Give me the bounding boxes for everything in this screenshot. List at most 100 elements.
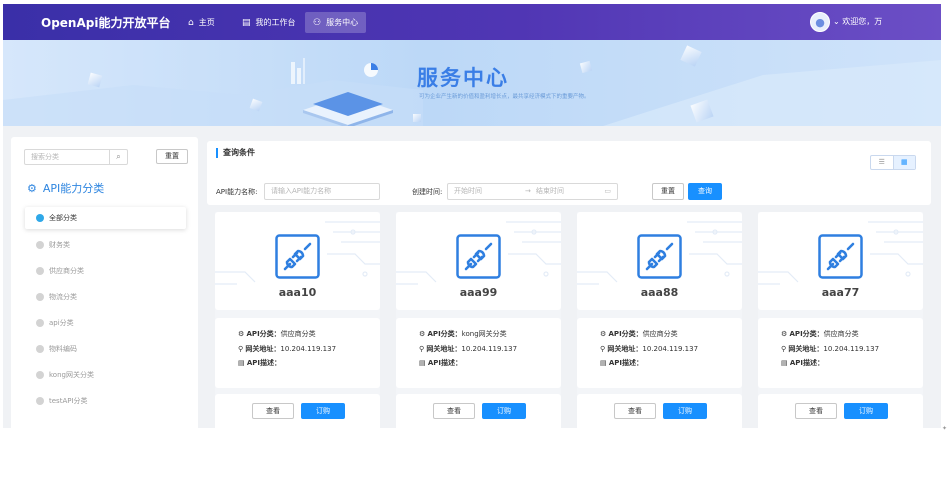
gear-icon: ⚙ (419, 330, 426, 338)
user-menu[interactable]: ⌄ 欢迎您，万 (833, 16, 882, 27)
calendar-icon: ▭ (604, 187, 611, 195)
plug-connect-icon (275, 234, 320, 279)
document-icon: ▤ (600, 359, 607, 367)
banner-subtitle: 可为企业产生新的价值和盈利增长点，最共享经济模式下的重要产物。 (419, 94, 590, 100)
home-icon: ⌂ (188, 17, 194, 28)
document-icon: ▤ (419, 359, 426, 367)
card-gateway: ⚲ 网关地址：10.204.119.137 (419, 345, 518, 353)
card-title: aaa10 (278, 286, 317, 299)
card-header: aaa88 (577, 212, 742, 310)
nav-workbench[interactable]: ▤ 我的工作台 (234, 12, 304, 33)
card-category: ⚙ API分类：供应商分类 (238, 330, 316, 338)
card-info: ⚙ API分类：供应商分类 ⚲ 网关地址：10.204.119.137 ▤ AP… (215, 318, 380, 388)
category-item[interactable]: kong网关分类 (25, 364, 186, 386)
gear-icon: ⚙ (27, 182, 37, 195)
user-icon: ● (815, 15, 825, 29)
card-gateway: ⚲ 网关地址：10.204.119.137 (781, 345, 880, 353)
date-range-picker[interactable]: 开始时间 → 结束时间 ▭ (447, 183, 618, 200)
category-item[interactable]: 物流分类 (25, 286, 186, 308)
category-item[interactable]: 物料编码 (25, 338, 186, 360)
grid-view-icon[interactable]: ▦ (892, 156, 915, 169)
category-item-all[interactable]: 全部分类 (25, 207, 186, 229)
gear-icon: ⚙ (781, 330, 788, 338)
app-logo: OpenApi能力开放平台 (41, 16, 171, 30)
document-icon: ▤ (781, 359, 788, 367)
card-actions: 查看 订购 (758, 394, 923, 428)
document-icon: ▤ (238, 359, 245, 367)
category-item[interactable]: 供应商分类 (25, 260, 186, 282)
api-card: aaa99 ⚙ API分类：kong网关分类 ⚲ 网关地址：10.204.119… (396, 212, 561, 428)
card-description: ▤ API描述： (781, 359, 825, 367)
location-pin-icon: ⚲ (419, 345, 425, 353)
card-description: ▤ API描述： (419, 359, 463, 367)
dot-icon (36, 267, 44, 275)
category-item[interactable]: 财务类 (25, 234, 186, 256)
card-category: ⚙ API分类：供应商分类 (600, 330, 678, 338)
dot-icon (36, 214, 44, 222)
location-pin-icon: ⚲ (781, 345, 787, 353)
card-actions: 查看 订购 (577, 394, 742, 428)
category-search-input[interactable]: 搜索分类 ⌕ (24, 149, 128, 165)
card-header: aaa10 (215, 212, 380, 310)
card-header: aaa99 (396, 212, 561, 310)
dot-icon (36, 345, 44, 353)
category-title: ⚙ API能力分类 (27, 182, 105, 195)
query-panel: 查询条件 ☰ ▦ API能力名称: 请输入API能力名称 创建时间: 开始时间 … (207, 141, 931, 205)
category-item[interactable]: api分类 (25, 312, 186, 334)
category-sidebar: 搜索分类 ⌕ 重置 ⚙ API能力分类 全部分类 财务类 供应商分类 物流分类 a… (11, 137, 198, 428)
page-banner: 服务中心 可为企业产生新的价值和盈利增长点，最共享经济模式下的重要产物。 (3, 40, 941, 126)
dot-icon (36, 319, 44, 327)
query-reset-button[interactable]: 重置 (652, 183, 684, 200)
user-avatar[interactable]: ● (810, 12, 830, 32)
view-button[interactable]: 查看 (614, 403, 656, 419)
card-info: ⚙ API分类：供应商分类 ⚲ 网关地址：10.204.119.137 ▤ AP… (758, 318, 923, 388)
dot-icon (36, 397, 44, 405)
subscribe-button[interactable]: 订购 (301, 403, 345, 419)
plug-connect-icon (456, 234, 501, 279)
card-title: aaa99 (459, 286, 498, 299)
chevron-down-icon: ⌄ (833, 17, 840, 26)
query-search-button[interactable]: 查询 (688, 183, 722, 200)
card-header: aaa77 (758, 212, 923, 310)
dot-icon (36, 371, 44, 379)
category-reset-button[interactable]: 重置 (156, 149, 188, 164)
banner-title: 服务中心 (417, 66, 509, 90)
location-pin-icon: ⚲ (600, 345, 606, 353)
api-card: aaa77 ⚙ API分类：供应商分类 ⚲ 网关地址：10.204.119.13… (758, 212, 923, 428)
plug-connect-icon (818, 234, 863, 279)
card-info: ⚙ API分类：供应商分类 ⚲ 网关地址：10.204.119.137 ▤ AP… (577, 318, 742, 388)
query-title: 查询条件 (216, 148, 255, 158)
view-button[interactable]: 查看 (433, 403, 475, 419)
nav-home[interactable]: ⌂ 主页 (180, 12, 223, 33)
view-button[interactable]: 查看 (795, 403, 837, 419)
card-category: ⚙ API分类：供应商分类 (781, 330, 859, 338)
view-button[interactable]: 查看 (252, 403, 294, 419)
nav-service-center[interactable]: ⚇ 服务中心 (305, 12, 367, 33)
subscribe-button[interactable]: 订购 (482, 403, 526, 419)
plug-connect-icon (637, 234, 682, 279)
api-name-label: API能力名称: (216, 188, 258, 196)
card-category: ⚙ API分类：kong网关分类 (419, 330, 507, 338)
dot-icon (36, 241, 44, 249)
card-gateway: ⚲ 网关地址：10.204.119.137 (600, 345, 699, 353)
view-toggle[interactable]: ☰ ▦ (870, 155, 916, 170)
api-name-input[interactable]: 请输入API能力名称 (264, 183, 380, 200)
search-icon[interactable]: ⌕ (109, 150, 127, 164)
api-card: aaa10 ⚙ API分类：供应商分类 ⚲ 网关地址：10.204.119.13… (215, 212, 380, 428)
top-navbar: OpenApi能力开放平台 ⌂ 主页 ▤ 我的工作台 ⚇ 服务中心 ● ⌄ 欢迎… (3, 4, 941, 40)
card-description: ▤ API描述： (600, 359, 644, 367)
card-title: aaa77 (821, 286, 860, 299)
api-card: aaa88 ⚙ API分类：供应商分类 ⚲ 网关地址：10.204.119.13… (577, 212, 742, 428)
subscribe-button[interactable]: 订购 (844, 403, 888, 419)
created-time-label: 创建时间: (412, 188, 443, 196)
card-actions: 查看 订购 (396, 394, 561, 428)
scroll-handle-icon[interactable]: ✦ (942, 425, 947, 432)
card-info: ⚙ API分类：kong网关分类 ⚲ 网关地址：10.204.119.137 ▤… (396, 318, 561, 388)
card-gateway: ⚲ 网关地址：10.204.119.137 (238, 345, 337, 353)
card-actions: 查看 订购 (215, 394, 380, 428)
workbench-icon: ▤ (242, 17, 251, 28)
category-item[interactable]: testAPI分类 (25, 390, 186, 412)
subscribe-button[interactable]: 订购 (663, 403, 707, 419)
list-view-icon[interactable]: ☰ (871, 156, 893, 169)
card-title: aaa88 (640, 286, 679, 299)
